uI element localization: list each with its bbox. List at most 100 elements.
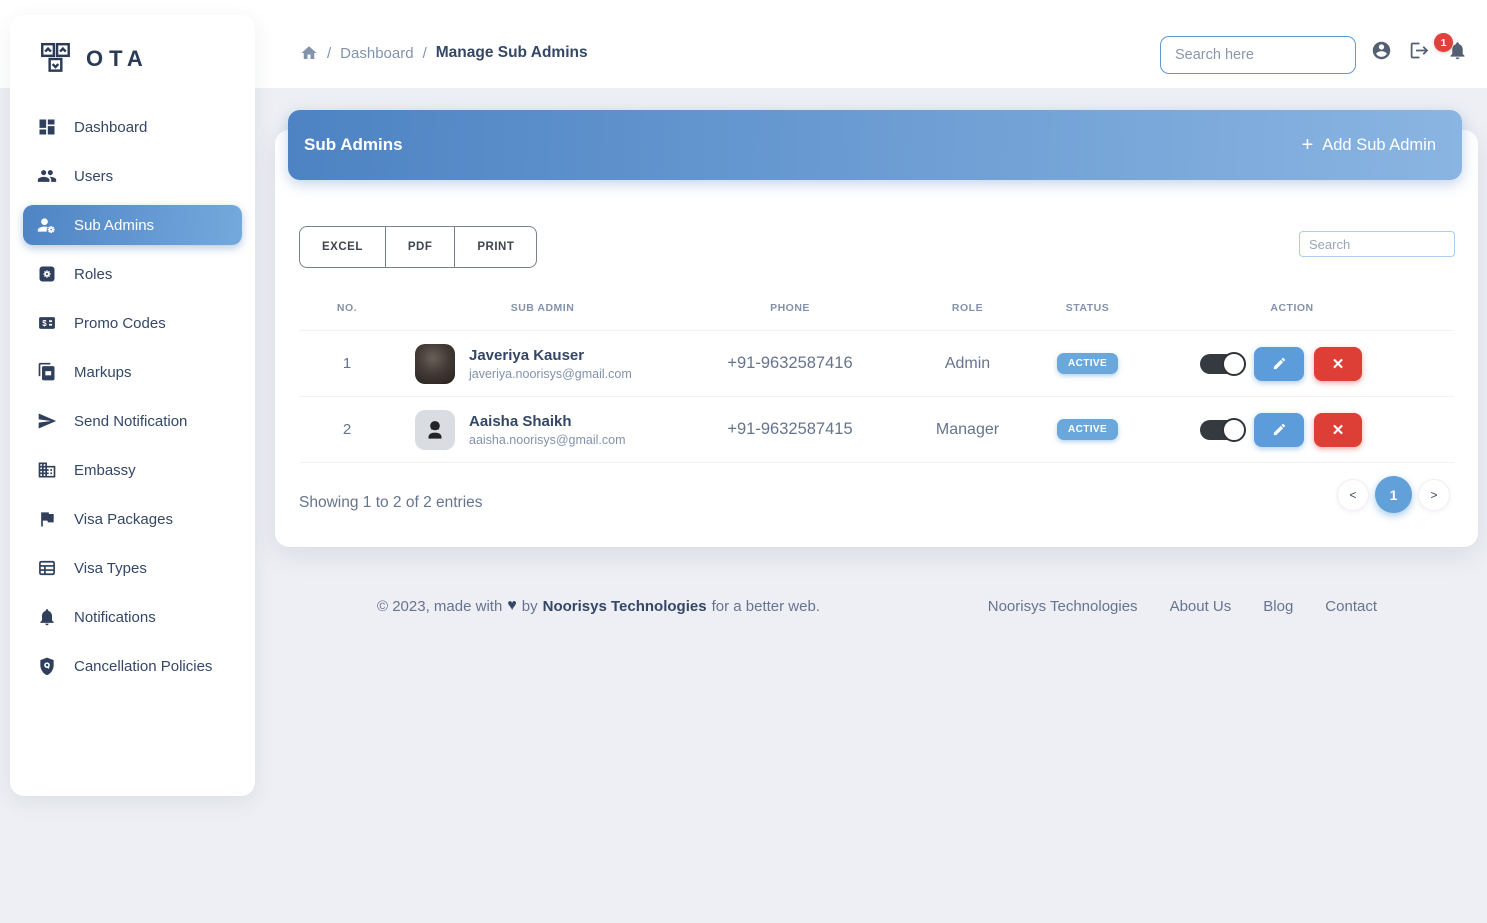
- active-toggle[interactable]: [1200, 420, 1244, 440]
- sidebar: OTA Dashboard Users Sub Admins Roles $ P…: [10, 15, 255, 796]
- column-header-phone: PHONE: [690, 288, 890, 331]
- role-value: Admin: [890, 331, 1045, 397]
- pagination-prev-button[interactable]: <: [1337, 479, 1369, 511]
- roles-gear-icon: [37, 264, 57, 284]
- bell-icon: [37, 607, 57, 627]
- sidebar-item-cancellation-policies[interactable]: Cancellation Policies: [23, 646, 242, 686]
- pdf-export-button[interactable]: PDF: [385, 226, 456, 268]
- sub-admin-email: javeriya.noorisys@gmail.com: [469, 367, 632, 381]
- send-icon: [37, 411, 57, 431]
- role-value: Manager: [890, 397, 1045, 463]
- embassy-building-icon: [37, 460, 57, 480]
- svg-text:$: $: [42, 319, 47, 328]
- sidebar-item-visa-packages[interactable]: Visa Packages: [23, 499, 242, 539]
- pagination-next-button[interactable]: >: [1418, 479, 1450, 511]
- breadcrumb-separator: /: [327, 45, 331, 62]
- row-number: 2: [299, 397, 395, 463]
- footer-link-noorisys[interactable]: Noorisys Technologies: [988, 598, 1138, 615]
- table-header-row: NO. SUB ADMIN PHONE ROLE STATUS ACTION: [299, 288, 1454, 331]
- pagination-page-1[interactable]: 1: [1375, 476, 1412, 513]
- sidebar-item-markups[interactable]: Markups: [23, 352, 242, 392]
- sidebar-item-label: Roles: [74, 266, 112, 283]
- sidebar-item-dashboard[interactable]: Dashboard: [23, 107, 242, 147]
- sub-admin-email: aaisha.noorisys@gmail.com: [469, 433, 626, 447]
- sidebar-item-label: Send Notification: [74, 413, 187, 430]
- sidebar-item-label: Sub Admins: [74, 217, 154, 234]
- phone-value: +91-9632587415: [690, 397, 890, 463]
- sub-admin-cell: Javeriya Kauser javeriya.noorisys@gmail.…: [415, 344, 690, 384]
- logout-icon[interactable]: [1409, 40, 1430, 61]
- active-toggle[interactable]: [1200, 354, 1244, 374]
- sidebar-item-label: Markups: [74, 364, 132, 381]
- sidebar-item-label: Cancellation Policies: [74, 658, 212, 675]
- visa-types-table-icon: [37, 558, 57, 578]
- sidebar-item-promo-codes[interactable]: $ Promo Codes: [23, 303, 242, 343]
- home-icon[interactable]: [300, 44, 318, 62]
- sidebar-item-notifications[interactable]: Notifications: [23, 597, 242, 637]
- edit-button[interactable]: [1254, 413, 1304, 447]
- pencil-icon: [1272, 422, 1287, 437]
- edit-button[interactable]: [1254, 347, 1304, 381]
- column-header-role: ROLE: [890, 288, 1045, 331]
- column-header-sub-admin: SUB ADMIN: [395, 288, 690, 331]
- sidebar-item-roles[interactable]: Roles: [23, 254, 242, 294]
- breadcrumb: / Dashboard / Manage Sub Admins: [300, 44, 588, 62]
- toggle-knob: [1222, 352, 1246, 376]
- delete-button[interactable]: ✕: [1314, 413, 1362, 447]
- avatar: [415, 410, 455, 450]
- sidebar-item-sub-admins[interactable]: Sub Admins: [23, 205, 242, 245]
- sidebar-item-embassy[interactable]: Embassy: [23, 450, 242, 490]
- sub-admins-table: NO. SUB ADMIN PHONE ROLE STATUS ACTION 1…: [299, 288, 1454, 463]
- sub-admins-card: EXCEL PDF PRINT NO. SUB ADMIN PHONE ROLE…: [275, 130, 1478, 547]
- sub-admin-name: Javeriya Kauser: [469, 347, 632, 364]
- footer-link-blog[interactable]: Blog: [1263, 598, 1293, 615]
- column-header-no: NO.: [299, 288, 395, 331]
- table-search-input[interactable]: [1299, 231, 1455, 257]
- delete-button[interactable]: ✕: [1314, 347, 1362, 381]
- ota-logo-icon: [38, 41, 74, 77]
- global-search-input[interactable]: [1160, 36, 1356, 74]
- account-icon[interactable]: [1371, 40, 1392, 61]
- excel-export-button[interactable]: EXCEL: [299, 226, 386, 268]
- sidebar-item-label: Promo Codes: [74, 315, 166, 332]
- footer: © 2023, made with ♥ by Noorisys Technolo…: [288, 597, 1462, 615]
- logo: OTA: [10, 15, 255, 77]
- users-icon: [37, 166, 57, 186]
- status-badge: ACTIVE: [1057, 353, 1118, 374]
- notification-count-badge[interactable]: 1: [1434, 33, 1453, 52]
- promo-codes-icon: $: [37, 313, 57, 333]
- header-icons: [1371, 40, 1468, 61]
- column-header-status: STATUS: [1045, 288, 1130, 331]
- breadcrumb-separator: /: [423, 45, 427, 62]
- phone-value: +91-9632587416: [690, 331, 890, 397]
- sidebar-item-visa-types[interactable]: Visa Types: [23, 548, 242, 588]
- add-sub-admin-button[interactable]: + Add Sub Admin: [1302, 135, 1436, 155]
- dashboard-icon: [37, 117, 57, 137]
- panel-title: Sub Admins: [304, 135, 403, 155]
- footer-links: Noorisys Technologies About Us Blog Cont…: [988, 598, 1377, 615]
- sidebar-item-label: Embassy: [74, 462, 136, 479]
- footer-link-contact[interactable]: Contact: [1325, 598, 1377, 615]
- column-header-action: ACTION: [1130, 288, 1454, 331]
- breadcrumb-dashboard[interactable]: Dashboard: [340, 45, 413, 62]
- breadcrumb-current-page: Manage Sub Admins: [436, 44, 588, 62]
- sub-admin-name: Aaisha Shaikh: [469, 413, 626, 430]
- sidebar-nav: Dashboard Users Sub Admins Roles $ Promo…: [10, 107, 255, 686]
- heart-icon: ♥: [507, 597, 517, 615]
- logo-text: OTA: [86, 46, 149, 72]
- sidebar-item-send-notification[interactable]: Send Notification: [23, 401, 242, 441]
- sub-admin-cell: Aaisha Shaikh aaisha.noorisys@gmail.com: [415, 410, 690, 450]
- shield-policy-icon: [37, 656, 57, 676]
- plus-icon: +: [1302, 135, 1314, 155]
- pencil-icon: [1272, 356, 1287, 371]
- sidebar-item-users[interactable]: Users: [23, 156, 242, 196]
- brand-name: Noorisys Technologies: [543, 598, 707, 615]
- row-number: 1: [299, 331, 395, 397]
- toggle-knob: [1222, 418, 1246, 442]
- footer-link-about-us[interactable]: About Us: [1170, 598, 1232, 615]
- sub-admin-icon: [37, 215, 57, 235]
- print-export-button[interactable]: PRINT: [454, 226, 537, 268]
- flag-icon: [37, 509, 57, 529]
- sidebar-item-label: Visa Packages: [74, 511, 173, 528]
- avatar: [415, 344, 455, 384]
